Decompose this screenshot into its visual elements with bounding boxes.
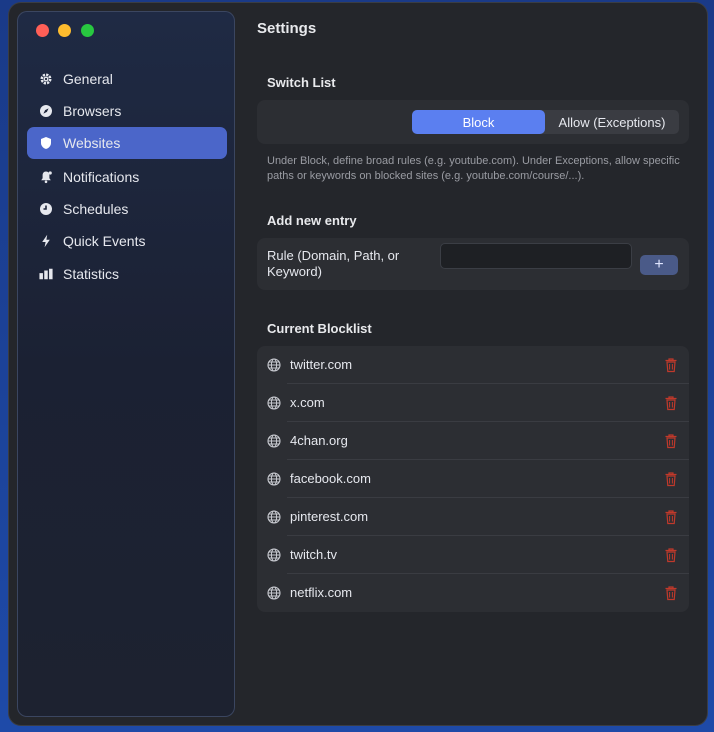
- globe-icon: [267, 396, 281, 410]
- trash-icon[interactable]: [664, 471, 678, 487]
- list-item: twitch.tv: [257, 536, 689, 574]
- sidebar-item-label: Websites: [63, 135, 121, 151]
- allow-exceptions-option[interactable]: Allow (Exceptions): [545, 110, 679, 134]
- sidebar-item-label: Statistics: [63, 266, 120, 282]
- domain-label: twitch.tv: [290, 547, 337, 562]
- trash-icon[interactable]: [664, 509, 678, 525]
- globe-icon: [267, 586, 281, 600]
- list-item: 4chan.org: [257, 422, 689, 460]
- list-item: x.com: [257, 384, 689, 422]
- sidebar: General Browsers Websites Notifications: [17, 11, 235, 717]
- switch-list-help-text: Under Block, define broad rules (e.g. yo…: [267, 155, 680, 182]
- bar-chart-icon: [39, 267, 53, 281]
- settings-window: General Browsers Websites Notifications: [9, 3, 707, 725]
- rule-input[interactable]: [440, 243, 632, 269]
- trash-icon[interactable]: [664, 395, 678, 411]
- sidebar-item-notifications[interactable]: Notifications: [27, 161, 227, 193]
- switch-list-heading: Switch List: [267, 75, 336, 90]
- sidebar-item-label: Browsers: [63, 103, 122, 119]
- list-item: netflix.com: [257, 574, 689, 612]
- blocklist-card: twitter.com x.com 4chan.org facebook.com…: [257, 346, 689, 612]
- page-title: Settings: [257, 20, 317, 37]
- domain-label: netflix.com: [290, 585, 353, 600]
- sidebar-item-browsers[interactable]: Browsers: [27, 95, 227, 127]
- trash-icon[interactable]: [664, 433, 678, 449]
- minimize-window-button[interactable]: [58, 24, 71, 37]
- sidebar-item-websites[interactable]: Websites: [27, 127, 227, 159]
- sidebar-item-statistics[interactable]: Statistics: [27, 258, 227, 290]
- add-rule-button[interactable]: +: [640, 255, 678, 275]
- sidebar-item-label: General: [63, 71, 113, 87]
- bolt-icon: [39, 234, 53, 248]
- compass-icon: [39, 104, 53, 118]
- sidebar-item-schedules[interactable]: Schedules: [27, 193, 227, 225]
- sidebar-item-general[interactable]: General: [27, 63, 227, 95]
- list-item: facebook.com: [257, 460, 689, 498]
- trash-icon[interactable]: [664, 547, 678, 563]
- globe-icon: [267, 358, 281, 372]
- shield-icon: [39, 136, 53, 150]
- globe-icon: [267, 548, 281, 562]
- trash-icon[interactable]: [664, 357, 678, 373]
- block-option[interactable]: Block: [412, 110, 545, 134]
- blocklist-heading: Current Blocklist: [267, 321, 372, 336]
- trash-icon[interactable]: [664, 585, 678, 601]
- sidebar-item-label: Notifications: [63, 169, 140, 185]
- rule-field-label: Rule (Domain, Path, or Keyword): [267, 248, 400, 279]
- domain-label: 4chan.org: [290, 433, 348, 448]
- clock-icon: [39, 202, 53, 216]
- domain-label: twitter.com: [290, 357, 353, 372]
- add-entry-heading: Add new entry: [267, 213, 357, 228]
- domain-label: x.com: [290, 395, 325, 410]
- bell-icon: [39, 170, 53, 184]
- add-entry-card: Rule (Domain, Path, or Keyword) +: [257, 238, 689, 290]
- sidebar-item-label: Schedules: [63, 201, 129, 217]
- switch-list-segmented-control: Block Allow (Exceptions): [412, 110, 679, 134]
- zoom-window-button[interactable]: [81, 24, 94, 37]
- close-window-button[interactable]: [36, 24, 49, 37]
- globe-icon: [267, 434, 281, 448]
- domain-label: facebook.com: [290, 471, 371, 486]
- sidebar-item-label: Quick Events: [63, 233, 146, 249]
- globe-icon: [267, 472, 281, 486]
- sidebar-item-quick-events[interactable]: Quick Events: [27, 225, 227, 257]
- globe-icon: [267, 510, 281, 524]
- domain-label: pinterest.com: [290, 509, 369, 524]
- list-item: pinterest.com: [257, 498, 689, 536]
- list-item: twitter.com: [257, 346, 689, 384]
- gear-icon: [39, 72, 53, 86]
- switch-list-card: Block Allow (Exceptions): [257, 100, 689, 144]
